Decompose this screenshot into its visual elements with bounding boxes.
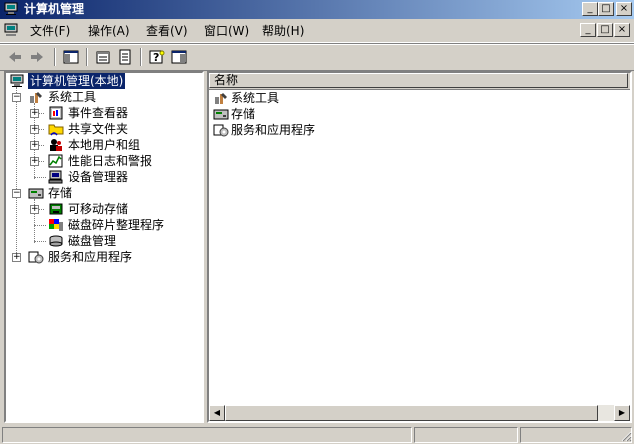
column-header-name[interactable]: 名称 [209, 73, 628, 88]
horizontal-scrollbar[interactable]: ◀ ▶ [209, 405, 630, 421]
collapse-toggle[interactable]: − [12, 189, 21, 198]
collapse-toggle[interactable]: − [12, 93, 21, 102]
resize-grip-icon[interactable] [620, 430, 632, 442]
menu-window[interactable]: 窗口(W) [204, 24, 249, 38]
performance-icon [48, 154, 63, 168]
show-hide-tree-icon[interactable] [62, 48, 80, 66]
toolbar-separator [54, 48, 56, 66]
tree-line [34, 241, 46, 242]
storage-icon [28, 188, 44, 199]
console-tree[interactable]: 计算机管理(本地) − 系统工具 + 事件查看器 + 共享文件夹 + 本地用户和… [4, 71, 204, 423]
users-icon [50, 139, 62, 151]
tree-label-shared-folders: 共享文件夹 [68, 122, 129, 136]
properties-icon[interactable] [94, 48, 112, 66]
tree-label-root: 计算机管理(本地) [28, 73, 126, 89]
menu-bar: 文件(F) 操作(A) 查看(V) 窗口(W) 帮助(H) _ □ × [0, 20, 634, 43]
services-icon [28, 251, 44, 264]
mmc-window: 计算机管理 _ □ × 文件(F) 操作(A) 查看(V) 窗口(W) 帮助(H… [0, 0, 634, 444]
minimize-button[interactable]: _ [582, 2, 598, 16]
computer-icon [10, 74, 24, 87]
tree-label-defrag: 磁盘碎片整理程序 [68, 218, 165, 232]
title-bar[interactable]: 计算机管理 _ □ × [0, 0, 634, 19]
status-bar [0, 425, 634, 444]
list-item-label: 存储 [231, 107, 256, 121]
menu-action[interactable]: 操作(A) [88, 24, 130, 38]
svg-text:?: ? [153, 51, 159, 64]
toolbar-separator [86, 48, 88, 66]
device-manager-icon [48, 170, 63, 184]
storage-icon [213, 109, 229, 120]
expand-toggle[interactable]: + [30, 109, 39, 118]
toolbar-separator [140, 48, 142, 66]
scroll-left-button[interactable]: ◀ [209, 405, 225, 421]
maximize-button[interactable]: □ [598, 2, 614, 16]
expand-toggle[interactable]: + [12, 253, 21, 262]
tree-label-event-viewer: 事件查看器 [68, 106, 129, 120]
removable-storage-icon [49, 203, 63, 215]
computer-management-icon [4, 2, 18, 15]
tree-label-services-apps: 服务和应用程序 [48, 250, 133, 264]
tree-line [34, 225, 46, 226]
tree-label-perf-logs: 性能日志和警报 [68, 154, 153, 168]
expand-toggle[interactable]: + [30, 141, 39, 150]
tree-label-disk-mgmt: 磁盘管理 [68, 234, 117, 248]
menu-file[interactable]: 文件(F) [30, 24, 70, 38]
child-close-button[interactable]: × [614, 23, 630, 37]
defrag-icon [49, 219, 63, 231]
list-header: 名称 [209, 73, 630, 90]
services-icon [213, 124, 229, 137]
tree-label-local-users: 本地用户和组 [68, 138, 141, 152]
close-button[interactable]: × [616, 2, 632, 16]
shared-folder-icon [48, 124, 64, 136]
help-icon[interactable]: ? [148, 48, 166, 66]
menu-help[interactable]: 帮助(H) [262, 24, 304, 38]
list-item-label: 系统工具 [231, 91, 280, 105]
tools-icon [215, 93, 227, 104]
tree-label-storage: 存储 [48, 186, 73, 200]
scroll-thumb[interactable] [225, 405, 598, 421]
back-arrow-icon[interactable] [6, 48, 24, 66]
list-item-label: 服务和应用程序 [231, 123, 316, 137]
disk-management-icon [49, 235, 63, 247]
result-pane[interactable]: 名称 系统工具 存储 服务和应用程序 ◀ ▶ [207, 71, 632, 423]
tools-icon [30, 92, 42, 103]
window-title: 计算机管理 [24, 2, 85, 16]
menu-view[interactable]: 查看(V) [146, 24, 188, 38]
child-minimize-button[interactable]: _ [580, 23, 596, 37]
tree-label-system-tools: 系统工具 [48, 90, 97, 104]
child-restore-button[interactable]: □ [597, 23, 613, 37]
toolbar: ? [0, 43, 634, 71]
event-viewer-icon [49, 106, 63, 120]
tree-label-removable-storage: 可移动存储 [68, 202, 129, 216]
show-hide-action-pane-icon[interactable] [170, 48, 188, 66]
tree-line [16, 87, 17, 259]
export-list-icon[interactable] [116, 48, 134, 66]
status-panel [414, 427, 518, 443]
tree-label-device-manager: 设备管理器 [68, 170, 129, 184]
status-panel [2, 427, 412, 443]
forward-arrow-icon[interactable] [28, 48, 46, 66]
expand-toggle[interactable]: + [30, 157, 39, 166]
expand-toggle[interactable]: + [30, 205, 39, 214]
console-icon[interactable] [4, 23, 20, 37]
status-panel [520, 427, 632, 443]
tree-line [34, 177, 46, 178]
scroll-right-button[interactable]: ▶ [614, 405, 630, 421]
expand-toggle[interactable]: + [30, 125, 39, 134]
